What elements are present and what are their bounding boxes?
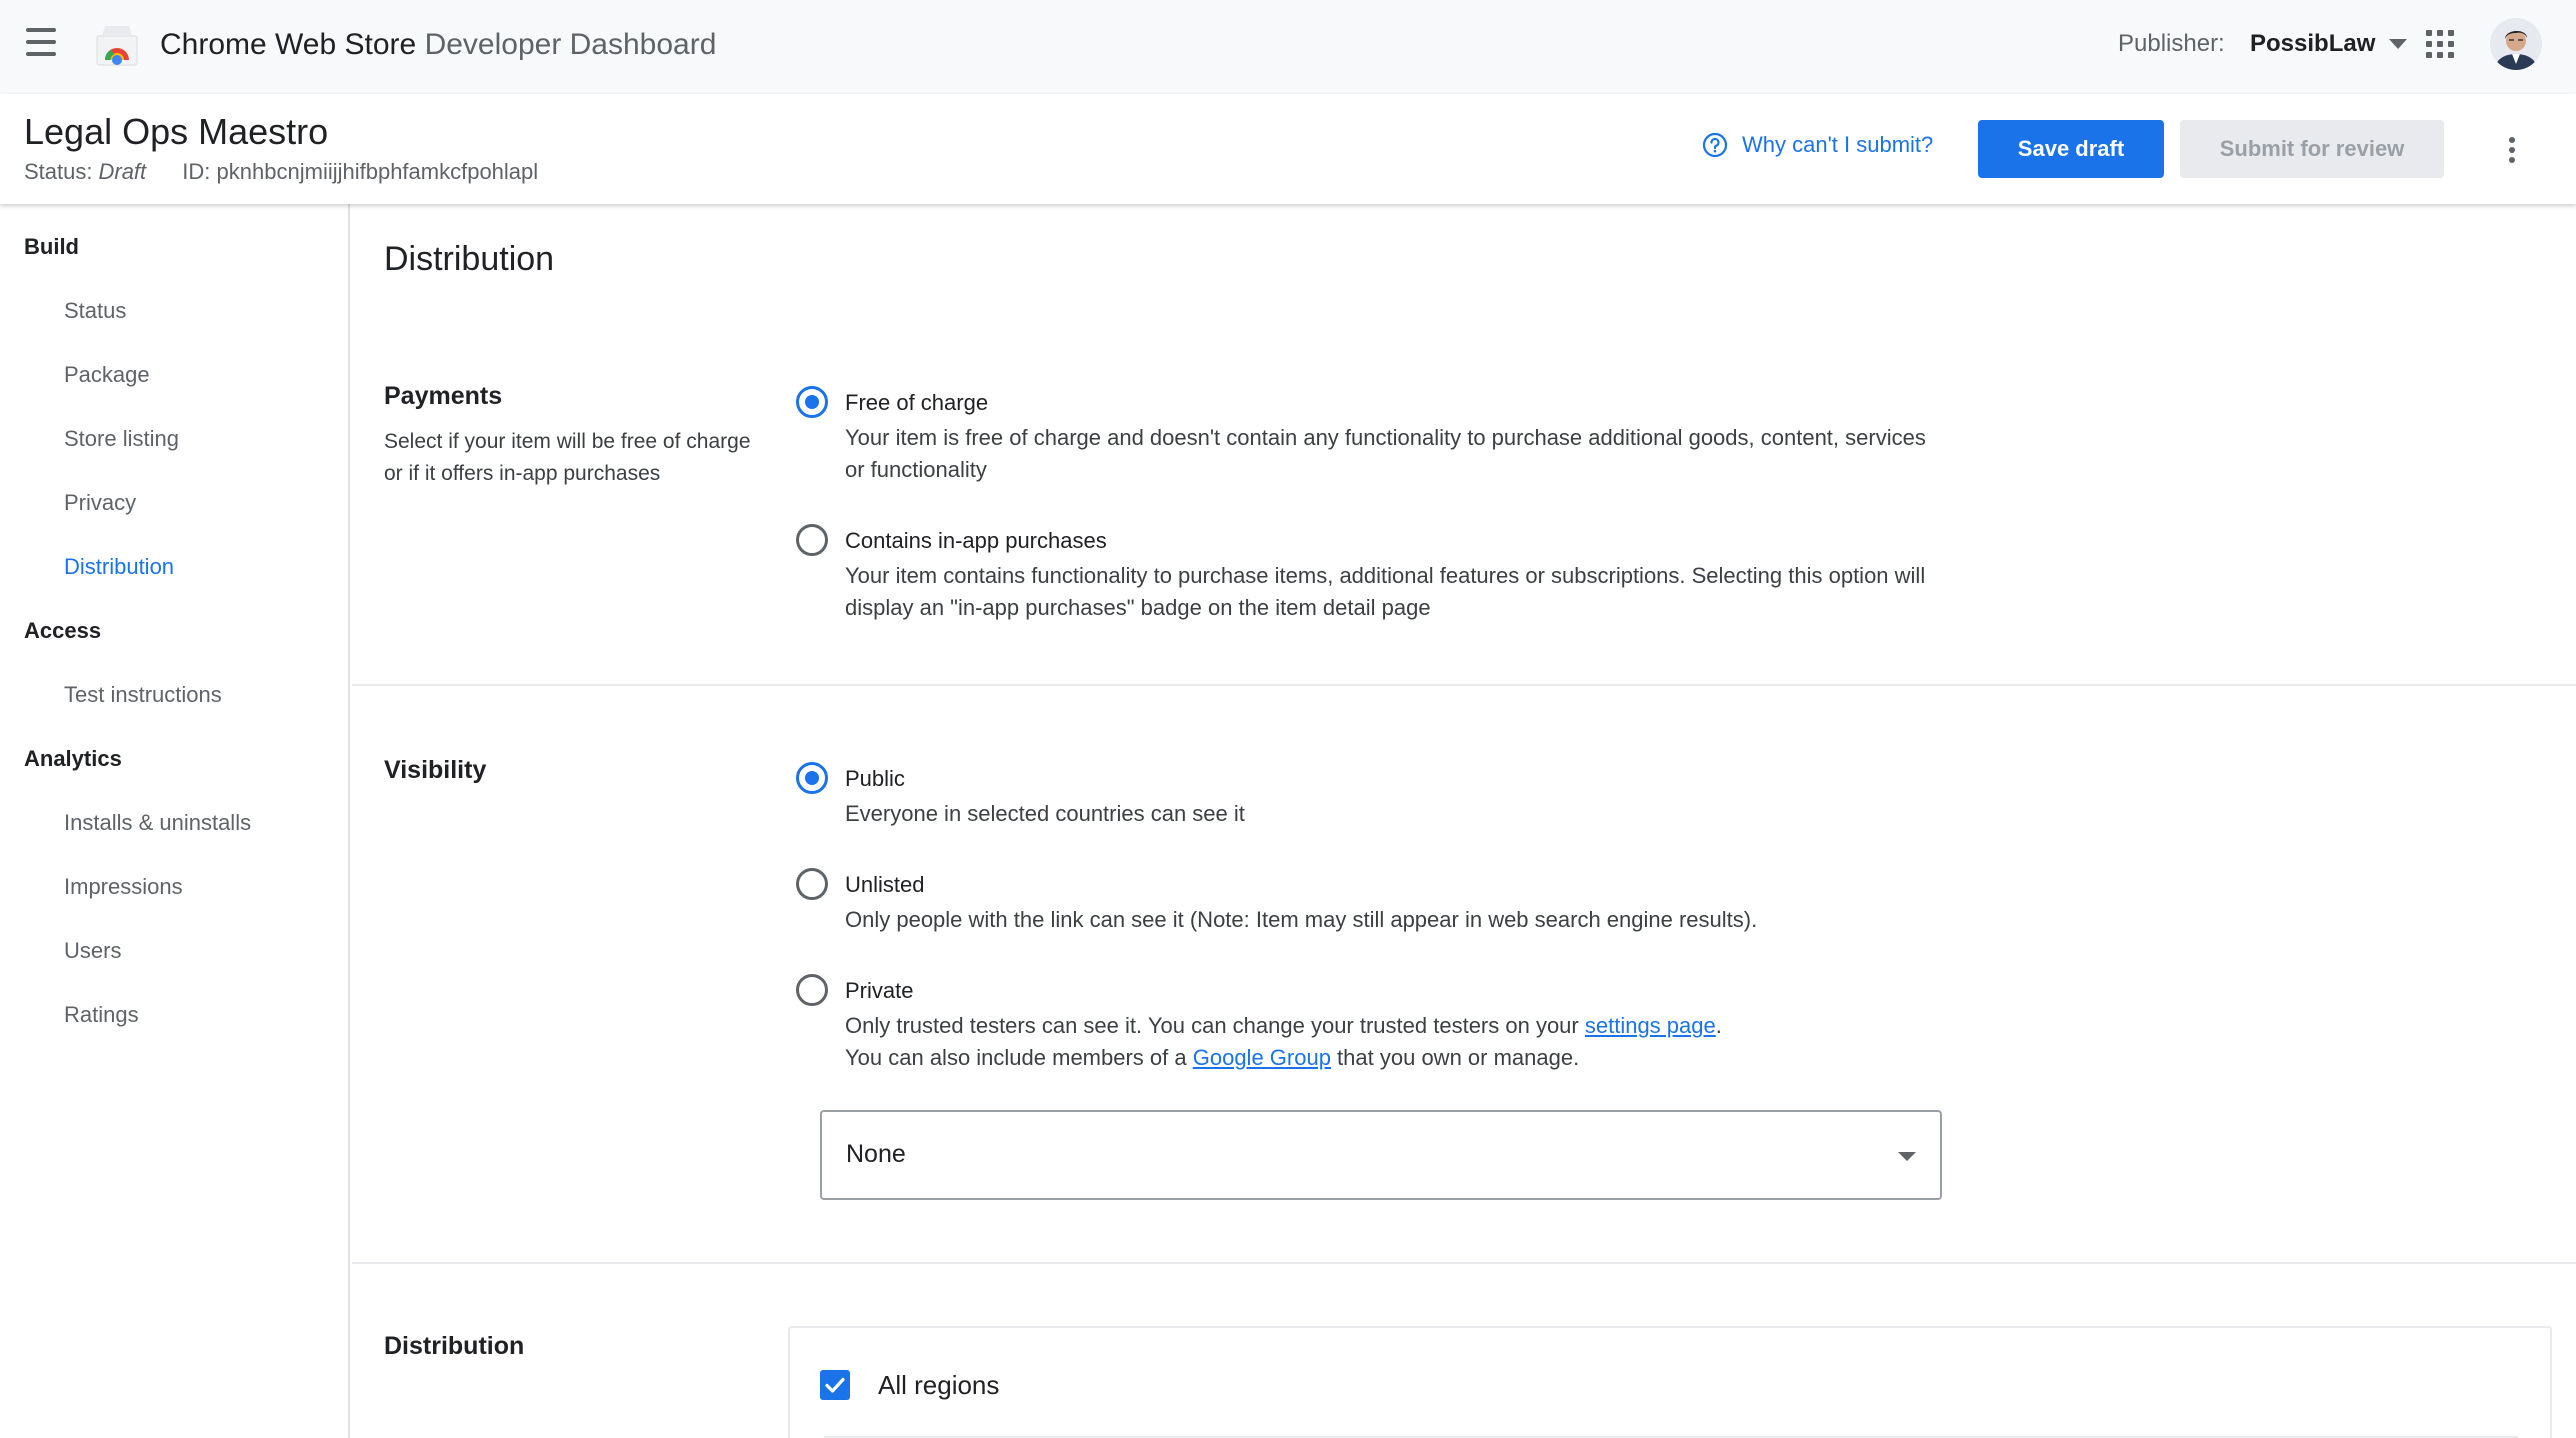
sidebar-item-installs[interactable]: Installs & uninstalls: [64, 810, 251, 836]
status-label: Status:: [24, 159, 93, 184]
nav-section-build: Build: [24, 234, 79, 259]
payments-description: Select if your item will be free of char…: [384, 430, 751, 485]
all-regions-checkbox[interactable]: [820, 1370, 850, 1400]
in-app-purchases-radio[interactable]: [796, 524, 828, 556]
private-description: Only trusted testers can see it. You can…: [845, 1010, 1945, 1074]
item-id: pknhbcnjmiijjhifbphfamkcfpohlapl: [216, 159, 539, 184]
publisher-select[interactable]: PossibLaw: [2250, 24, 2408, 64]
app-title: Chrome Web Store Developer Dashboard: [160, 26, 716, 64]
public-radio[interactable]: [796, 762, 828, 794]
avatar[interactable]: [2490, 18, 2542, 70]
free-of-charge-radio[interactable]: [796, 386, 828, 418]
top-app-bar: Chrome Web Store Developer Dashboard Pub…: [0, 0, 2576, 94]
unlisted-radio[interactable]: [796, 868, 828, 900]
more-vert-icon[interactable]: [2500, 134, 2524, 166]
public-description: Everyone in selected countries can see i…: [845, 801, 1245, 826]
sidebar-item-ratings[interactable]: Ratings: [64, 1002, 139, 1028]
item-name: Legal Ops Maestro: [24, 111, 329, 152]
unlisted-label: Unlisted: [845, 872, 925, 897]
regions-card: All regions: [788, 1326, 2552, 1438]
sidebar-item-distribution[interactable]: Distribution: [64, 554, 174, 580]
publisher-name: PossibLaw: [2250, 30, 2376, 57]
app-title-strong: Chrome Web Store: [160, 28, 417, 61]
settings-page-link[interactable]: settings page: [1585, 1013, 1716, 1038]
private-desc-text-2: .: [1715, 1013, 1722, 1038]
publisher-label: Publisher:: [2118, 30, 2225, 57]
dropdown-arrow-icon: [1898, 1152, 1916, 1161]
unlisted-description: Only people with the link can see it (No…: [845, 907, 1758, 932]
app-title-light: Developer Dashboard: [424, 28, 717, 61]
submit-for-review-button: Submit for review: [2180, 120, 2444, 178]
apps-grid-icon[interactable]: [2424, 28, 2456, 60]
item-header: Legal Ops Maestro Status: Draft ID: pknhb…: [0, 94, 2576, 204]
google-group-select[interactable]: None: [820, 1110, 1942, 1200]
item-meta: Status: Draft ID: pknhbcnjmiijjhifbphfamk…: [24, 158, 538, 186]
private-label: Private: [845, 978, 914, 1003]
public-label: Public: [845, 766, 905, 791]
nav-section-analytics: Analytics: [24, 746, 122, 771]
caret-down-icon: [2389, 39, 2408, 49]
private-radio[interactable]: [796, 974, 828, 1006]
private-desc-text-4: that you own or manage.: [1330, 1045, 1580, 1070]
nav-section-access: Access: [24, 618, 102, 643]
sidebar-item-test-instructions[interactable]: Test instructions: [64, 682, 222, 708]
free-of-charge-label: Free of charge: [845, 390, 989, 415]
visibility-title: Visibility: [384, 756, 487, 784]
divider: [352, 1262, 2576, 1264]
google-group-link[interactable]: Google Group: [1193, 1045, 1331, 1070]
sidebar-item-impressions[interactable]: Impressions: [64, 874, 183, 900]
check-icon: [825, 1377, 845, 1393]
free-of-charge-description: Your item is free of charge and doesn't …: [845, 425, 1926, 482]
save-draft-button[interactable]: Save draft: [1978, 120, 2164, 178]
chrome-web-store-logo: [96, 24, 138, 66]
sidebar-item-status[interactable]: Status: [64, 298, 126, 324]
help-link-label: Why can't I submit?: [1742, 132, 1934, 157]
private-desc-text-1: Only trusted testers can see it. You can…: [845, 1013, 1585, 1038]
sidebar: Build Status Package Store listing Priva…: [0, 204, 350, 1438]
page-title: Distribution: [384, 240, 555, 278]
in-app-purchases-description: Your item contains functionality to purc…: [845, 563, 1926, 620]
sidebar-item-privacy[interactable]: Privacy: [64, 490, 136, 516]
in-app-purchases-label: Contains in-app purchases: [845, 528, 1107, 553]
menu-icon[interactable]: [24, 28, 58, 58]
private-desc-text-3: You can also include members of a: [845, 1045, 1193, 1070]
why-cant-submit-link[interactable]: Why can't I submit?: [1702, 132, 1933, 158]
id-label: ID:: [182, 159, 211, 184]
sidebar-item-users[interactable]: Users: [64, 938, 121, 964]
payments-title: Payments: [384, 382, 503, 410]
google-group-select-value: None: [846, 1140, 906, 1168]
all-regions-label: All regions: [878, 1370, 1000, 1400]
sidebar-item-store-listing[interactable]: Store listing: [64, 426, 179, 452]
distribution-title: Distribution: [384, 1332, 525, 1360]
main-content: Distribution Payments Select if your ite…: [352, 204, 2576, 1438]
status-badge: Draft: [98, 159, 147, 184]
divider: [352, 684, 2576, 686]
help-circle-icon: [1702, 132, 1728, 158]
sidebar-item-package[interactable]: Package: [64, 362, 150, 388]
